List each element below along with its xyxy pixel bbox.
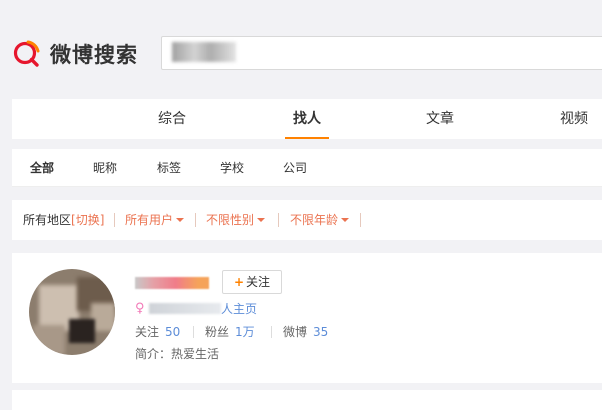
user-filter-bar: 所有地区[切换] 所有用户 不限性别 不限年龄: [12, 200, 602, 240]
user-bio: 简介：热爱生活: [135, 347, 220, 361]
brand-name: 微博搜索: [50, 43, 138, 67]
tab-articles[interactable]: 文章: [416, 99, 464, 139]
search-query-redacted: [172, 42, 236, 62]
magnifier-logo-icon: [13, 40, 40, 67]
tab-find-people[interactable]: 找人: [283, 99, 331, 139]
divider: [360, 213, 361, 227]
follow-button[interactable]: + 关注: [222, 270, 282, 294]
filter-all[interactable]: 全部: [30, 149, 54, 187]
region-label: 所有地区: [23, 213, 72, 227]
user-name-redacted[interactable]: [135, 277, 209, 289]
tab-comprehensive[interactable]: 综合: [148, 99, 196, 139]
gender-label: 不限性别: [206, 213, 255, 227]
homepage-link[interactable]: 人主页: [221, 300, 257, 317]
search-input[interactable]: [161, 36, 602, 70]
following-count[interactable]: 50: [165, 325, 180, 339]
stat-label: 粉丝: [205, 325, 230, 339]
user-type-dropdown[interactable]: 所有用户: [125, 200, 185, 240]
next-result-card: [12, 390, 602, 410]
filter-nickname[interactable]: 昵称: [93, 149, 117, 187]
stat-posts: 微博 35: [283, 324, 328, 340]
avatar[interactable]: [29, 269, 115, 355]
result-type-tabs: 综合 找人 文章 视频: [12, 99, 602, 139]
posts-count[interactable]: 35: [313, 325, 328, 339]
gender-dropdown[interactable]: 不限性别: [206, 200, 266, 240]
stat-label: 关注: [135, 325, 160, 339]
divider: [195, 213, 196, 227]
age-dropdown[interactable]: 不限年龄: [290, 200, 350, 240]
category-filter-bar: 全部 昵称 标签 学校 公司: [12, 149, 602, 187]
weibo-search-logo[interactable]: 微博搜索: [12, 37, 138, 71]
filter-school[interactable]: 学校: [220, 149, 244, 187]
stat-followers: 粉丝 1万: [205, 324, 255, 340]
homepage-prefix-redacted: [149, 303, 221, 314]
divider: [278, 213, 279, 227]
divider: [271, 326, 272, 338]
age-label: 不限年龄: [290, 213, 339, 227]
followers-count[interactable]: 1万: [235, 325, 255, 339]
tab-videos[interactable]: 视频: [550, 99, 598, 139]
plus-icon: +: [233, 275, 245, 289]
divider: [114, 213, 115, 227]
caret-down-icon: [341, 217, 350, 222]
stat-following: 关注 50: [135, 324, 180, 340]
region-switch-link[interactable]: [切换]: [71, 213, 104, 227]
female-icon: ♀: [135, 301, 145, 316]
caret-down-icon: [257, 217, 266, 222]
divider: [193, 326, 194, 338]
caret-down-icon: [176, 217, 185, 222]
follow-label: 关注: [246, 275, 271, 289]
region-filter: 所有地区[切换]: [23, 200, 104, 240]
filter-company[interactable]: 公司: [283, 149, 307, 187]
user-type-label: 所有用户: [125, 213, 174, 227]
filter-tag[interactable]: 标签: [157, 149, 181, 187]
header: 微博搜索: [0, 0, 602, 90]
user-result-card: + 关注 ♀ 人主页 关注 50 粉丝 1万 微博 35 简介：热爱生活: [12, 253, 602, 383]
stat-label: 微博: [283, 325, 308, 339]
